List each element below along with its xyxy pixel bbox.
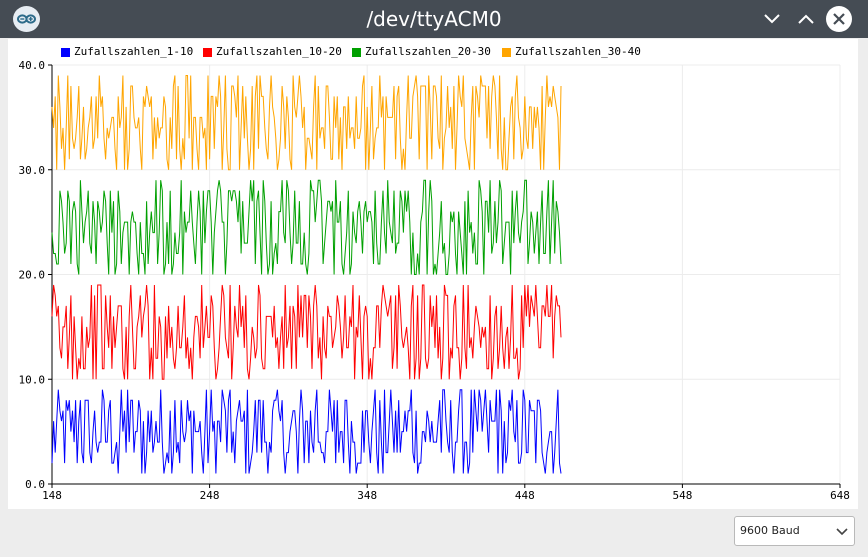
x-tick-label: 248: [200, 489, 220, 502]
series-line-1: [51, 389, 562, 474]
legend-swatch-1: [61, 48, 70, 57]
legend-label-2: Zufallszahlen_10-20: [216, 45, 342, 58]
legend-label-3: Zufallszahlen_20-30: [365, 45, 491, 58]
window-title: /dev/ttyACM0: [366, 7, 502, 31]
close-button[interactable]: [826, 6, 852, 32]
legend-label-4: Zufallszahlen_30-40: [515, 45, 641, 58]
chevron-up-icon: [798, 14, 814, 24]
y-tick-label: 10.0: [19, 373, 46, 386]
baud-rate-value: 9600 Baud: [740, 524, 800, 537]
legend-swatch-3: [352, 48, 361, 57]
chevron-down-icon: [764, 14, 780, 24]
bottom-toolbar: 9600 Baud: [0, 509, 868, 557]
legend-label-1: Zufallszahlen_1-10: [74, 45, 193, 58]
series-line-3: [51, 179, 562, 275]
legend-swatch-2: [203, 48, 212, 57]
minimize-button[interactable]: [759, 6, 785, 32]
x-tick-label: 548: [672, 489, 692, 502]
x-tick-label: 448: [515, 489, 535, 502]
serial-plotter-panel: 0.0 10.0 20.0 30.0 40.0 148 248 348 448 548 648 Zuf…: [8, 39, 858, 509]
x-tick-label: 648: [830, 489, 850, 502]
y-tick-label: 40.0: [19, 59, 46, 72]
maximize-button[interactable]: [793, 6, 819, 32]
legend-swatch-4: [502, 48, 511, 57]
series-line-2: [51, 284, 562, 380]
serial-plot-chart: 0.010.020.030.040.0148 248 348 448 548 648Zuf…: [19, 45, 850, 502]
x-tick-label: 348: [357, 489, 377, 502]
chevron-down-icon: [836, 528, 848, 536]
y-tick-label: 20.0: [19, 269, 46, 282]
series-line-4: [51, 75, 562, 171]
x-tick-label: 148: [42, 489, 62, 502]
y-tick-label: 30.0: [19, 164, 46, 177]
close-icon: [833, 13, 845, 25]
title-bar: /dev/ttyACM0: [0, 0, 868, 38]
baud-rate-select[interactable]: 9600 Baud: [734, 516, 855, 546]
